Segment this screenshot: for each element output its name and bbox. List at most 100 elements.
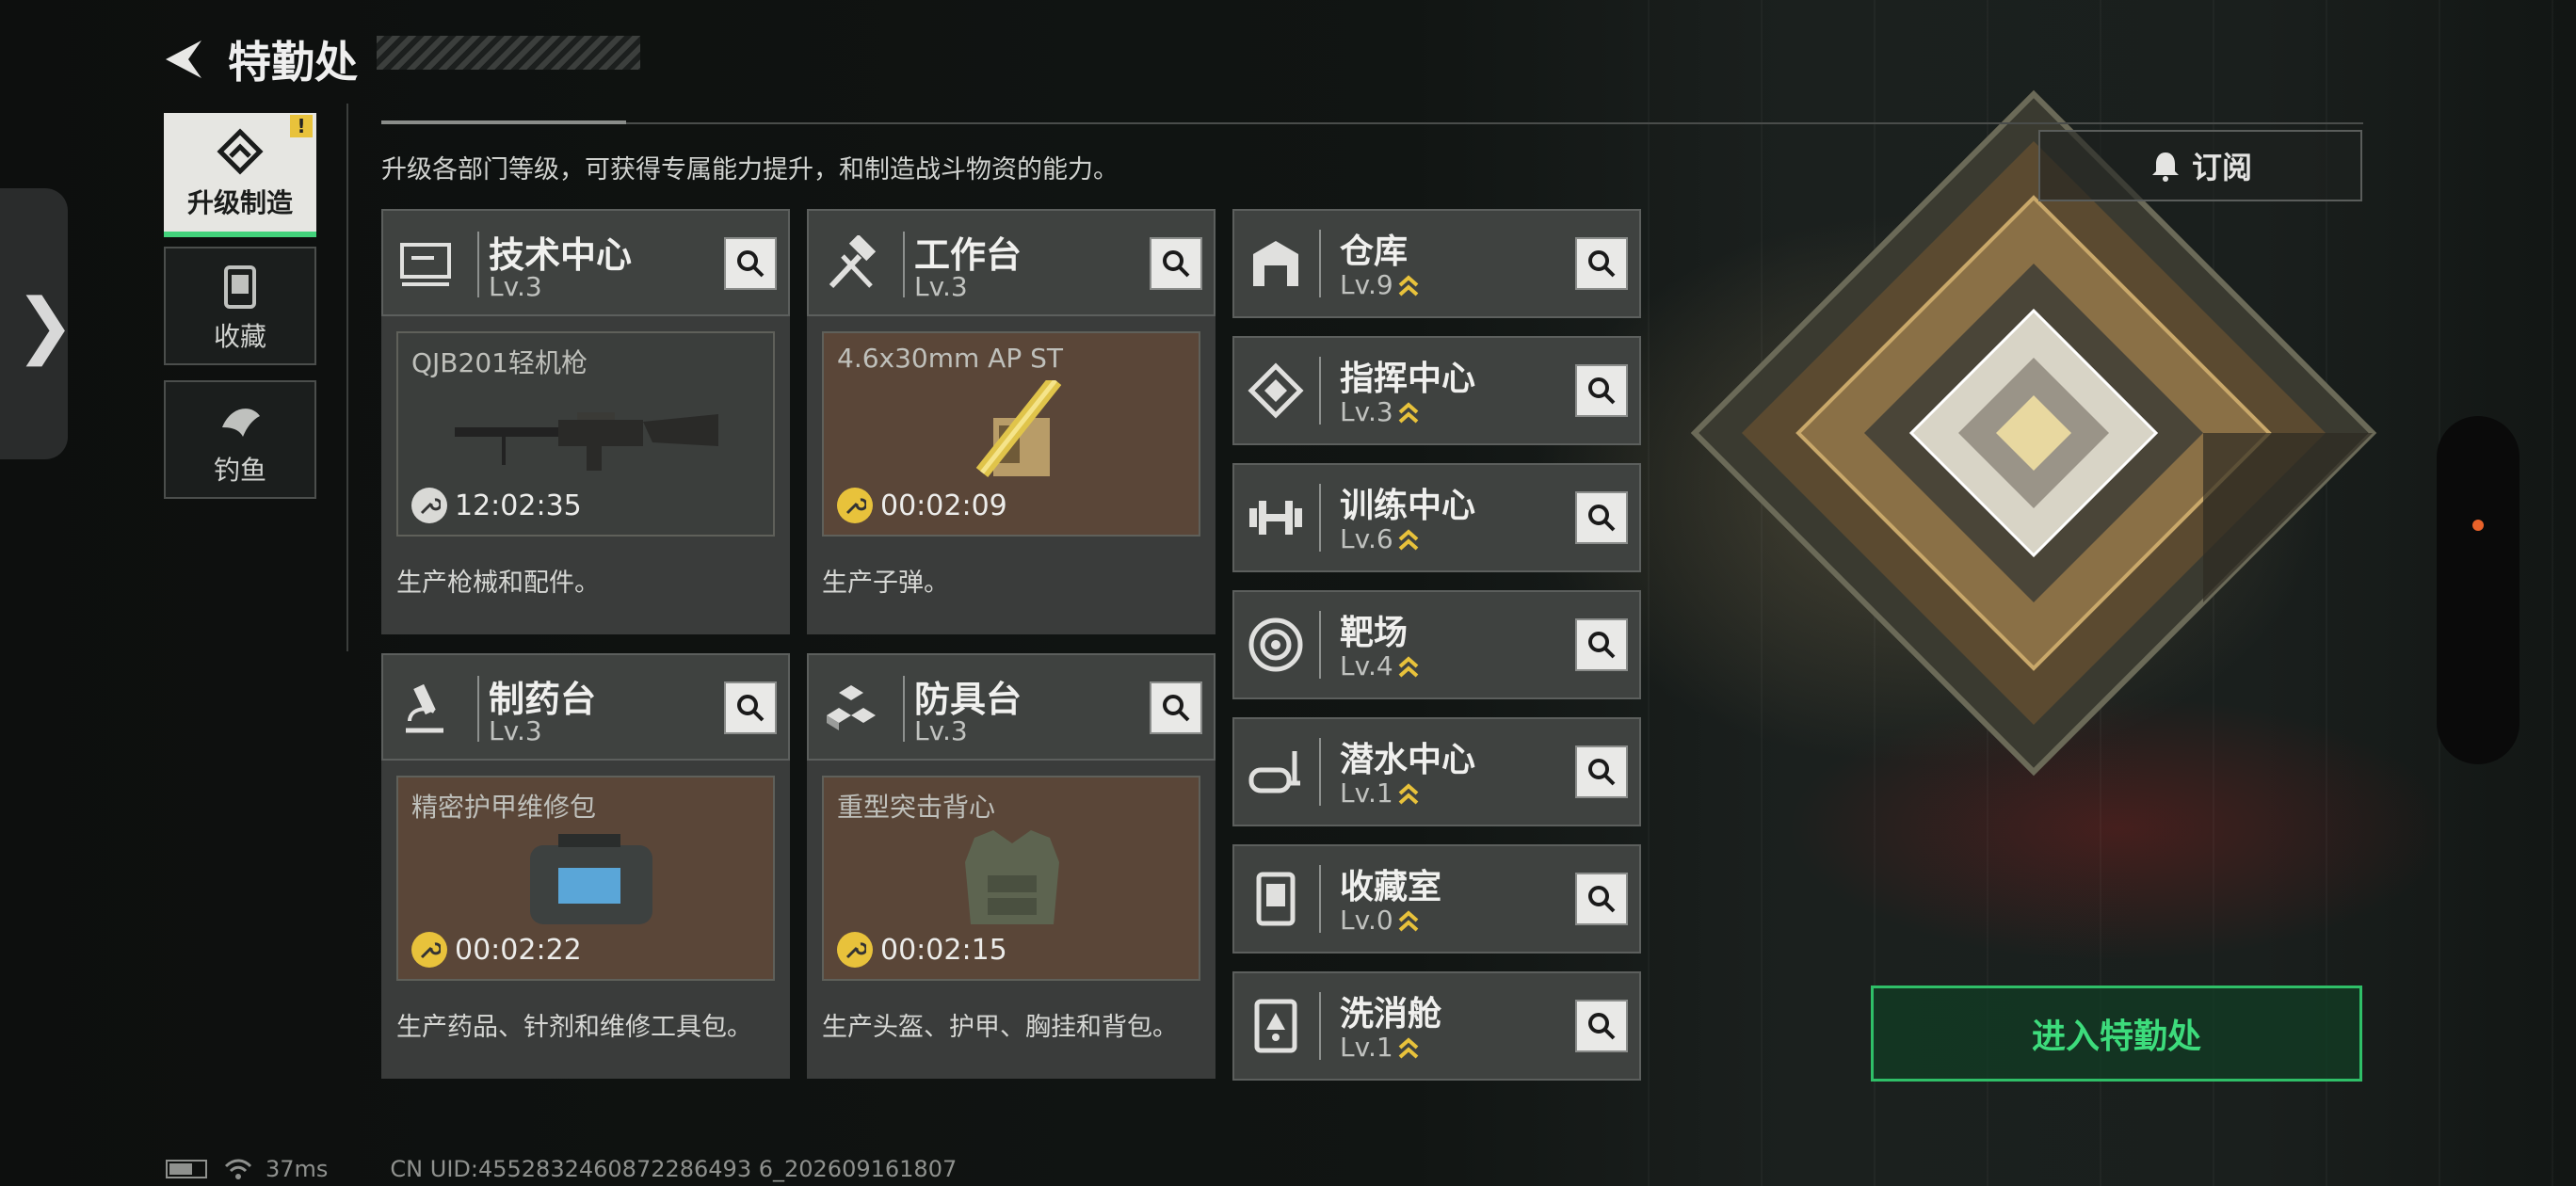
search-button[interactable]	[1575, 237, 1628, 290]
facility-level: Lv.4	[1340, 650, 1420, 681]
workshop-card-workbench[interactable]: 工作台 Lv.3 4.6x30mm AP ST 00:02:09 生产子弹。	[807, 209, 1216, 634]
armor-blocks-icon	[827, 685, 876, 730]
header-separator	[477, 676, 479, 742]
production-slot[interactable]: 重型突击背心 00:02:15	[822, 776, 1200, 981]
nav-item-label: 收藏	[213, 321, 266, 352]
facility-row-decontamination[interactable]: 洗消舱 Lv.1	[1232, 971, 1641, 1081]
machine-gun-image	[455, 412, 718, 471]
search-icon	[1588, 377, 1616, 405]
search-button[interactable]	[1575, 618, 1628, 671]
upgrade-icon	[217, 128, 264, 175]
workshop-card-armor-bench[interactable]: 防具台 Lv.3 重型突击背心 00:02:15 生产头盔、护甲、胸挂和背包。	[807, 653, 1216, 1079]
search-icon	[1588, 505, 1616, 532]
search-icon	[1163, 695, 1190, 722]
facility-row-command[interactable]: 指挥中心 Lv.3	[1232, 336, 1641, 445]
row-separator	[1319, 611, 1321, 679]
upgrade-arrow-icon	[1398, 782, 1419, 804]
search-button[interactable]	[724, 681, 777, 734]
card-level: Lv.3	[914, 715, 968, 746]
search-button[interactable]	[1575, 1000, 1628, 1052]
search-button[interactable]	[1150, 681, 1202, 734]
diving-mask-icon	[1248, 751, 1300, 793]
facility-row-diving[interactable]: 潜水中心 Lv.1	[1232, 717, 1641, 826]
product-name: 精密护甲维修包	[411, 792, 597, 823]
facility-row-training[interactable]: 训练中心 Lv.6	[1232, 463, 1641, 572]
search-button[interactable]	[1150, 237, 1202, 290]
facility-name: 潜水中心	[1340, 741, 1476, 779]
command-icon	[1248, 362, 1304, 419]
collection-room-icon	[1256, 872, 1296, 926]
production-timer: 12:02:35	[411, 488, 582, 523]
timer-value: 00:02:15	[880, 933, 1007, 967]
vest-image	[965, 830, 1059, 924]
upgrade-arrow-icon	[1398, 401, 1419, 423]
upgrade-arrow-icon	[1398, 528, 1419, 550]
workshop-card-pharmacy[interactable]: 制药台 Lv.3 精密护甲维修包 00:02:22 生产药品、针剂和维修工具包。	[381, 653, 790, 1079]
nav-item-collection[interactable]: 收藏	[164, 247, 316, 365]
facility-level: Lv.9	[1340, 269, 1420, 300]
facility-level: Lv.0	[1340, 905, 1420, 936]
card-level: Lv.3	[489, 715, 542, 746]
workshop-card-tech-center[interactable]: 技术中心 Lv.3 QJB201轻机枪 12:02:35 生产枪械和配件。	[381, 209, 790, 634]
wrench-icon	[837, 932, 873, 968]
target-icon	[1248, 617, 1303, 672]
back-arrow-icon	[166, 40, 201, 78]
facility-level: Lv.1	[1340, 1032, 1420, 1063]
side-drawer-handle[interactable]: ❯	[0, 188, 75, 459]
search-icon	[1588, 632, 1616, 659]
facility-level: Lv.3	[1340, 396, 1420, 427]
upgrade-arrow-icon	[1398, 909, 1419, 931]
level-text: Lv.1	[1340, 1032, 1393, 1063]
product-name: QJB201轻机枪	[411, 347, 588, 378]
warehouse-icon	[1253, 241, 1298, 286]
decon-icon	[1254, 999, 1297, 1053]
facility-name: 靶场	[1340, 614, 1409, 652]
level-text: Lv.9	[1340, 269, 1393, 300]
search-button[interactable]	[1575, 745, 1628, 798]
nav-item-upgrade[interactable]: ! 升级制造	[164, 113, 316, 237]
level-text: Lv.0	[1340, 905, 1393, 936]
facility-name: 仓库	[1340, 232, 1409, 271]
timer-value: 00:02:09	[880, 489, 1007, 522]
chevron-right-icon: ❯	[15, 282, 75, 366]
search-icon	[1588, 759, 1616, 786]
tech-center-icon	[400, 243, 451, 286]
card-level: Lv.3	[489, 271, 542, 302]
row-separator	[1319, 992, 1321, 1060]
divider	[381, 122, 2363, 124]
search-button[interactable]	[1575, 873, 1628, 925]
production-slot[interactable]: 4.6x30mm AP ST 00:02:09	[822, 331, 1200, 537]
production-timer: 00:02:22	[411, 932, 582, 968]
nav-item-fishing[interactable]: 钓鱼	[164, 380, 316, 499]
nav-item-label: 钓鱼	[213, 455, 266, 486]
search-button[interactable]	[1575, 364, 1628, 417]
enter-label: 进入特勤处	[2031, 1018, 2201, 1056]
level-text: Lv.1	[1340, 777, 1393, 809]
production-timer: 00:02:09	[837, 488, 1007, 523]
facility-row-shooting-range[interactable]: 靶场 Lv.4	[1232, 590, 1641, 699]
wrench-icon	[837, 488, 873, 523]
search-button[interactable]	[1575, 491, 1628, 544]
card-description: 生产子弹。	[822, 569, 949, 598]
facility-row-collection-room[interactable]: 收藏室 Lv.0	[1232, 844, 1641, 954]
card-description: 生产枪械和配件。	[396, 569, 600, 598]
production-slot[interactable]: 精密护甲维修包 00:02:22	[396, 776, 775, 981]
back-button[interactable]: 特勤处	[160, 28, 358, 90]
wrench-icon	[411, 932, 447, 968]
card-name: 技术中心	[489, 234, 633, 276]
facility-level: Lv.1	[1340, 777, 1420, 809]
product-name: 4.6x30mm AP ST	[837, 343, 1063, 374]
enter-special-ops-button[interactable]: 进入特勤处	[1871, 986, 2362, 1082]
subscribe-button[interactable]: 订阅	[2038, 130, 2362, 201]
card-name: 防具台	[914, 679, 1022, 720]
search-icon	[1588, 250, 1616, 278]
search-icon	[1588, 1013, 1616, 1040]
notification-dot	[2472, 520, 2484, 531]
search-button[interactable]	[724, 237, 777, 290]
facility-name: 洗消舱	[1340, 995, 1442, 1034]
production-slot[interactable]: QJB201轻机枪 12:02:35	[396, 331, 775, 537]
card-header: 制药台 Lv.3	[381, 653, 790, 761]
search-icon	[737, 695, 765, 722]
right-side-handle[interactable]	[2437, 416, 2520, 764]
facility-row-warehouse[interactable]: 仓库 Lv.9	[1232, 209, 1641, 318]
